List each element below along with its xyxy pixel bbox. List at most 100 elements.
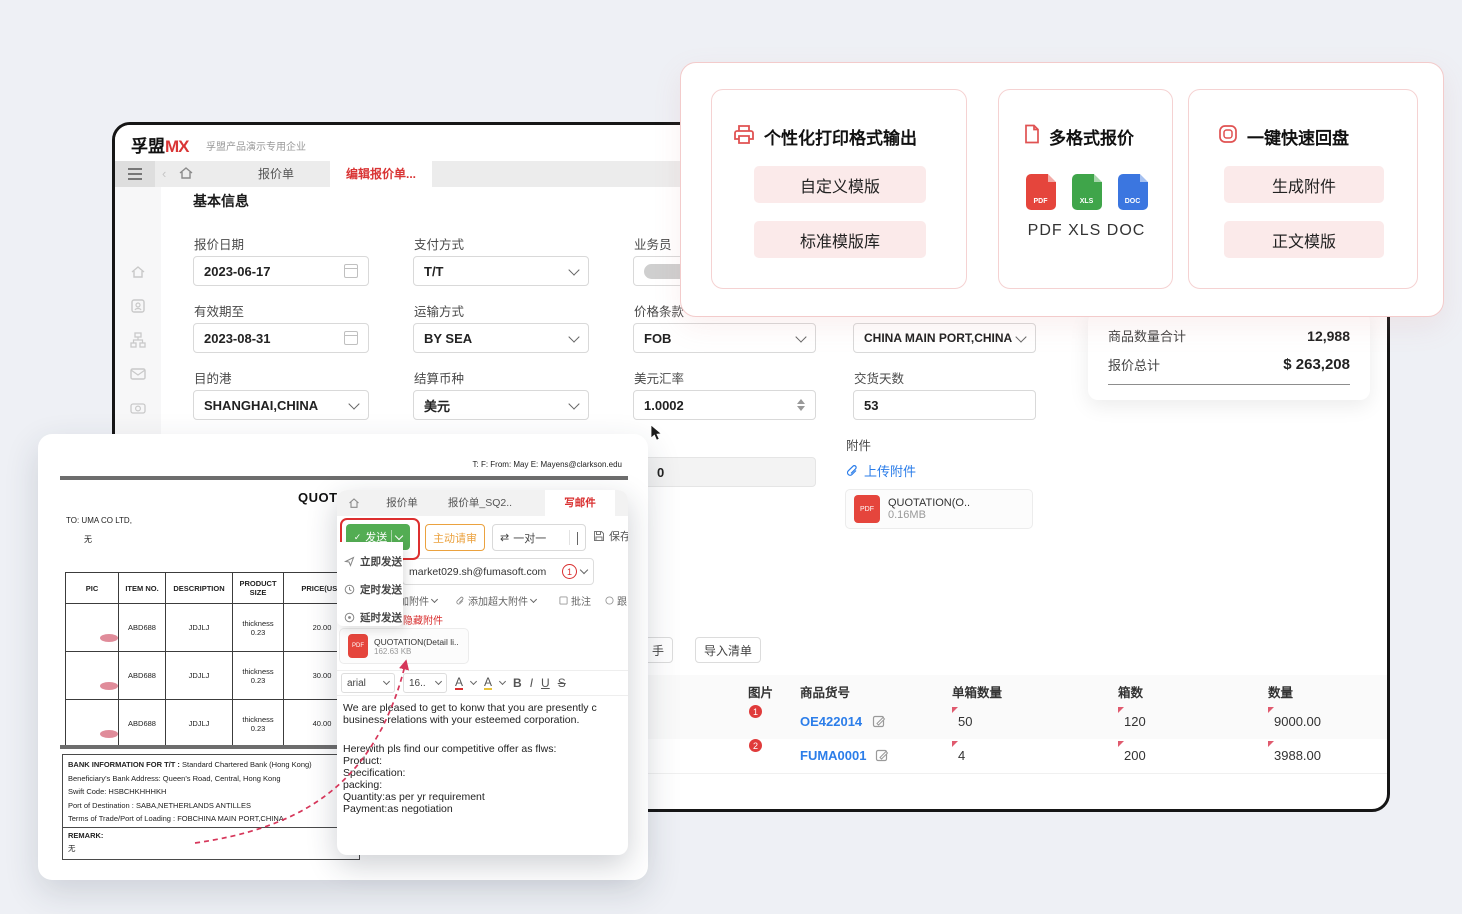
menu-send-now[interactable]: 立即发送 [344, 554, 402, 569]
add-attachment-button[interactable]: 加附件 [399, 593, 437, 608]
attachments-label: 附件 [846, 435, 871, 454]
follow-button-partial[interactable]: 跟 [605, 593, 627, 608]
edit-icon[interactable] [872, 714, 886, 728]
delivery-days-input[interactable]: 53 [853, 390, 1036, 420]
collapse-menu-button[interactable] [115, 161, 155, 187]
hide-attachments-link[interactable]: 隐藏附件 [403, 612, 443, 627]
custom-template-button[interactable]: 自定义模版 [754, 166, 926, 203]
qty-value[interactable]: 9000.00 [1274, 714, 1321, 729]
doc-row: ABD688 JDJLJ thickness0.23 20.00 [66, 604, 361, 652]
request-review-button[interactable]: 主动请审 [425, 524, 485, 551]
home-icon[interactable] [347, 496, 361, 510]
swap-icon: ⇄ [493, 531, 513, 544]
chevron-down-icon [795, 331, 806, 342]
quotation-attachment-card[interactable]: PDF QUOTATION(O.. 0.16MB [845, 489, 1033, 529]
chevron-down-icon [435, 678, 442, 685]
sidebar-camera-icon[interactable] [128, 398, 148, 418]
tab-quote-list[interactable]: 报价单 [222, 161, 330, 187]
mail-attachment-card[interactable]: PDF QUOTATION(Detail li.. 162.63 KB [339, 628, 469, 664]
quote-date-input[interactable]: 2023-06-17 [193, 256, 369, 286]
sidebar-orgtree-icon[interactable] [128, 330, 148, 350]
quote-date-label: 报价日期 [194, 234, 244, 253]
usd-rate-stepper[interactable]: 1.0002 [633, 390, 816, 420]
salesperson-label: 业务员 [634, 234, 672, 253]
currency-select[interactable]: 美元 [413, 390, 589, 420]
hamburger-icon [128, 173, 142, 175]
loading-port-select[interactable]: CHINA MAIN PORT,CHINA [853, 323, 1036, 353]
sidebar-mail-icon[interactable] [128, 364, 148, 384]
bold-button[interactable]: B [513, 676, 522, 690]
chevron-down-icon [383, 678, 390, 685]
add-large-attachment-button[interactable]: 添加超大附件 [455, 593, 536, 608]
mail-tab-quote[interactable]: 报价单 [369, 490, 435, 516]
cell-marker [952, 707, 958, 713]
strikethrough-button[interactable]: S [558, 676, 566, 690]
callout-card-formats: 多格式报价 PDF XLS DOC PDF XLS DOC [998, 89, 1173, 289]
paperclip-icon [455, 596, 465, 606]
chevron-down-icon [431, 595, 438, 602]
valid-until-input[interactable]: 2023-08-31 [193, 323, 369, 353]
mail-body[interactable]: We are pleased to get to konw that you a… [343, 702, 623, 815]
body-template-button[interactable]: 正文模版 [1224, 221, 1384, 258]
chevron-down-icon [395, 531, 403, 539]
boxes-value[interactable]: 200 [1124, 748, 1146, 763]
recipient-field[interactable]: market029.sh@fumasoft.com 1 [402, 558, 594, 585]
col-qty: 数量 [1268, 682, 1293, 701]
calendar-icon [344, 264, 358, 278]
card-title: 一键快速回盘 [1247, 124, 1349, 149]
per-box-value[interactable]: 4 [958, 748, 965, 763]
back-icon[interactable]: ‹ [162, 166, 166, 181]
italic-button[interactable]: I [530, 676, 533, 690]
cell-marker [952, 741, 958, 747]
annotate-button[interactable]: 批注 [559, 593, 591, 608]
one-to-one-select[interactable]: ⇄ 一对一 [492, 524, 586, 551]
standard-template-button[interactable]: 标准模版库 [754, 221, 926, 258]
chevron-down-icon [568, 331, 579, 342]
doc-row: ABD688 JDJLJ thickness0.23 40.00 [66, 700, 361, 748]
sidebar-contacts-icon[interactable] [128, 296, 148, 316]
mail-tab-compose[interactable]: 写邮件 [545, 490, 615, 516]
qty-value[interactable]: 3988.00 [1274, 748, 1321, 763]
mail-tab-quote-sq2[interactable]: 报价单_SQ2.. [437, 490, 523, 516]
import-list-button[interactable]: 导入清单 [695, 637, 761, 663]
payment-select[interactable]: T/T [413, 256, 589, 286]
delay-icon [344, 612, 355, 623]
save-button[interactable]: 保存 [593, 528, 628, 544]
company-subtitle: 孚盟产品演示专用企业 [206, 138, 306, 153]
app-logo: 孚盟MX [131, 132, 189, 157]
callout-card-reply: 一键快速回盘 生成附件 正文模版 [1188, 89, 1418, 289]
send-now-icon [344, 556, 355, 567]
transport-select[interactable]: BY SEA [413, 323, 589, 353]
file-icon [1021, 123, 1043, 145]
product-no-link[interactable]: OE422014 [800, 714, 862, 729]
attachment-name: QUOTATION(O.. [888, 497, 970, 509]
menu-send-delayed[interactable]: 延时发送 [344, 610, 402, 625]
home-tab[interactable] [177, 164, 195, 182]
dest-port-select[interactable]: SHANGHAI,CHINA [193, 390, 369, 420]
font-family-select[interactable]: arial [341, 673, 395, 693]
attachment-size: 162.63 KB [374, 647, 459, 656]
per-box-value[interactable]: 50 [958, 714, 972, 729]
pdf-file-icon: PDF [348, 634, 368, 658]
menu-send-scheduled[interactable]: 定时发送 [344, 582, 402, 597]
pdf-file-icon: PDF [1026, 174, 1056, 210]
highlight-button[interactable]: A [484, 677, 492, 690]
col-boxes: 箱数 [1118, 682, 1143, 701]
product-no-link[interactable]: FUMA0001 [800, 748, 866, 763]
stepper-icons[interactable] [797, 399, 805, 411]
sidebar-home-icon[interactable] [128, 262, 148, 282]
price-terms-select[interactable]: FOB [633, 323, 816, 353]
font-size-select[interactable]: 16.. [403, 673, 447, 693]
tab-edit-quote[interactable]: 编辑报价单... [330, 161, 432, 187]
underline-button[interactable]: U [541, 676, 550, 690]
section-title: 基本信息 [193, 191, 249, 211]
card-title: 个性化打印格式输出 [764, 124, 917, 149]
cell-marker [1268, 741, 1274, 747]
font-color-button[interactable]: A [455, 677, 463, 690]
generate-attachment-button[interactable]: 生成附件 [1224, 166, 1384, 203]
pdf-file-icon: PDF [854, 495, 880, 523]
summary-qty-value: 12,988 [1307, 328, 1350, 344]
boxes-value[interactable]: 120 [1124, 714, 1146, 729]
upload-attachment-link[interactable]: 上传附件 [845, 461, 916, 480]
edit-icon[interactable] [875, 748, 889, 762]
